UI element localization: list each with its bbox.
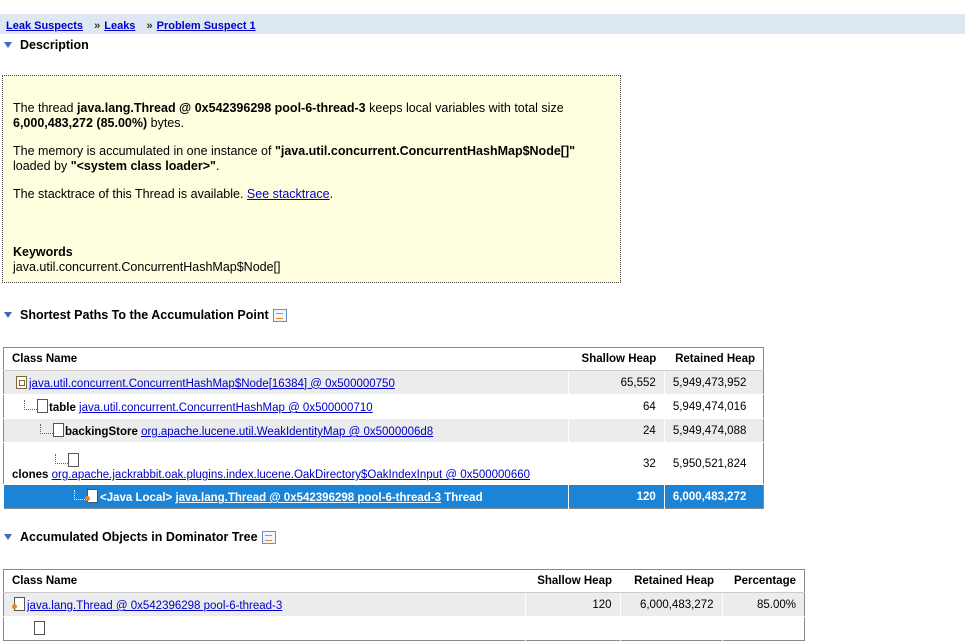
shallow-heap-cell: 65,552 xyxy=(568,370,665,395)
tree-connector xyxy=(55,454,68,464)
shortest-paths-heading: Shortest Paths To the Accumulation Point xyxy=(20,308,269,322)
table-row[interactable]: java.util.concurrent.ConcurrentHashMap$N… xyxy=(3,370,764,395)
see-stacktrace-link[interactable]: See stacktrace xyxy=(247,187,330,201)
thread-icon xyxy=(85,489,98,503)
table-icon[interactable] xyxy=(272,308,287,322)
breadcrumb-separator: » xyxy=(94,20,101,32)
class-name-cell: <Java Local> java.lang.Thread @ 0x542396… xyxy=(2,484,569,509)
class-name: "java.util.concurrent.ConcurrentHashMap$… xyxy=(274,144,576,158)
table-icon[interactable] xyxy=(261,530,276,544)
collapse-triangle-icon[interactable] xyxy=(4,312,12,318)
text: The memory is accumulated in one instanc… xyxy=(13,144,275,158)
breadcrumb-leaks[interactable]: Leaks xyxy=(104,20,135,32)
accumulated-objects-header[interactable]: Accumulated Objects in Dominator Tree xyxy=(4,530,276,544)
retained-heap-cell: 5,949,473,952 xyxy=(663,370,764,395)
description-box: The thread java.lang.Thread @ 0x54239629… xyxy=(2,75,621,283)
column-class-name[interactable]: Class Name xyxy=(3,569,525,593)
column-retained-heap[interactable]: Retained Heap xyxy=(664,347,764,371)
table-header-row: Class Name Shallow Heap Retained Heap xyxy=(3,347,764,371)
tree-connector xyxy=(24,400,37,410)
accumulated-heading: Accumulated Objects in Dominator Tree xyxy=(20,530,258,544)
accumulated-objects-table: Class Name Shallow Heap Retained Heap Pe… xyxy=(3,569,805,641)
breadcrumb: Leak Suspects » Leaks » Problem Suspect 1 xyxy=(0,14,965,34)
collapse-triangle-icon[interactable] xyxy=(4,42,12,48)
column-class-name[interactable]: Class Name xyxy=(3,347,569,371)
tree-branch xyxy=(12,453,560,469)
field-name: backingStore xyxy=(65,426,142,438)
shallow-heap-cell: 120 xyxy=(568,484,665,509)
column-percentage[interactable]: Percentage xyxy=(722,569,805,593)
description-line-2: The memory is accumulated in one instanc… xyxy=(13,144,613,174)
object-icon xyxy=(53,423,64,437)
shortest-paths-header[interactable]: Shortest Paths To the Accumulation Point xyxy=(4,308,287,322)
field-name: table xyxy=(49,402,80,414)
text: loaded by xyxy=(13,159,71,173)
class-name-cell: table java.util.concurrent.ConcurrentHas… xyxy=(3,394,569,419)
thread-name: java.lang.Thread @ 0x542396298 pool-6-th… xyxy=(76,101,366,115)
keywords-value: java.util.concurrent.ConcurrentHashMap$N… xyxy=(13,260,281,274)
text: . xyxy=(215,159,220,173)
column-shallow-heap[interactable]: Shallow Heap xyxy=(568,347,665,371)
shallow-heap-cell: 32 xyxy=(568,442,665,485)
collapse-triangle-icon[interactable] xyxy=(4,534,12,540)
table-header-row: Class Name Shallow Heap Retained Heap Pe… xyxy=(3,569,805,593)
thread-icon xyxy=(12,597,25,611)
object-link[interactable]: org.apache.jackrabbit.oak.plugins.index.… xyxy=(52,469,530,481)
shallow-heap-cell: 64 xyxy=(568,394,665,419)
description-line-3: The stacktrace of this Thread is availab… xyxy=(13,187,613,202)
table-row[interactable]: backingStore org.apache.lucene.util.Weak… xyxy=(3,418,764,443)
retained-heap-cell: 5,950,521,824 xyxy=(663,442,764,485)
retained-heap-cell: 5,949,474,088 xyxy=(663,418,764,443)
object-link[interactable]: java.lang.Thread @ 0x542396298 pool-6-th… xyxy=(27,600,282,612)
table-row[interactable]: clones org.apache.jackrabbit.oak.plugins… xyxy=(3,442,764,485)
shallow-heap-cell: 120 xyxy=(524,592,620,617)
percentage-cell: 85.00% xyxy=(721,592,805,617)
row-suffix: Thread xyxy=(441,492,483,504)
retained-heap-cell: 6,000,483,272 xyxy=(619,592,722,617)
object-link[interactable]: java.lang.Thread @ 0x542396298 pool-6-th… xyxy=(175,492,441,504)
text: keeps local variables with total size xyxy=(365,101,564,115)
array-icon xyxy=(16,375,27,389)
object-link[interactable]: java.util.concurrent.ConcurrentHashMap$N… xyxy=(29,378,395,390)
breadcrumb-items: Leak Suspects » Leaks » Problem Suspect 1 xyxy=(6,20,256,32)
object-icon xyxy=(34,621,45,635)
object-link[interactable]: java.util.concurrent.ConcurrentHashMap @… xyxy=(79,402,373,414)
table-row[interactable]: java.lang.Thread @ 0x542396298 pool-6-th… xyxy=(3,592,805,617)
total-size: 6,000,483,272 (85.00%) xyxy=(13,116,148,130)
column-retained-heap[interactable]: Retained Heap xyxy=(620,569,722,593)
object-icon xyxy=(37,399,48,413)
class-name-cell: java.util.concurrent.ConcurrentHashMap$N… xyxy=(3,370,569,395)
field-name: <Java Local> xyxy=(100,492,176,504)
field-name: clones xyxy=(12,469,52,481)
shallow-heap-cell: 24 xyxy=(568,418,665,443)
text: bytes. xyxy=(147,116,184,130)
retained-heap-cell: 6,000,483,272 xyxy=(663,484,764,509)
keywords-label: Keywords xyxy=(13,245,73,259)
class-loader: "<system class loader>" xyxy=(70,159,216,173)
description-line-1: The thread java.lang.Thread @ 0x54239629… xyxy=(13,101,613,131)
breadcrumb-separator: » xyxy=(146,20,153,32)
class-name-cell: backingStore org.apache.lucene.util.Weak… xyxy=(3,418,569,443)
breadcrumb-leak-suspects[interactable]: Leak Suspects xyxy=(6,20,83,32)
description-header[interactable]: Description xyxy=(4,38,89,52)
object-icon xyxy=(68,453,79,467)
shortest-paths-table: Class Name Shallow Heap Retained Heap ja… xyxy=(2,347,764,509)
table-row-selected[interactable]: <Java Local> java.lang.Thread @ 0x542396… xyxy=(2,484,764,509)
object-link[interactable]: org.apache.lucene.util.WeakIdentityMap @… xyxy=(141,426,433,438)
column-shallow-heap[interactable]: Shallow Heap xyxy=(525,569,620,593)
class-name-cell: clones org.apache.jackrabbit.oak.plugins… xyxy=(3,442,569,485)
retained-heap-cell: 5,949,474,016 xyxy=(663,394,764,419)
description-heading: Description xyxy=(20,38,89,52)
text: The thread xyxy=(13,101,77,115)
keywords: Keywords java.util.concurrent.Concurrent… xyxy=(13,245,613,275)
class-name-cell: java.lang.Thread @ 0x542396298 pool-6-th… xyxy=(3,592,525,617)
breadcrumb-problem-suspect[interactable]: Problem Suspect 1 xyxy=(157,20,256,32)
text: The stacktrace of this Thread is availab… xyxy=(13,187,247,201)
table-row[interactable]: table java.util.concurrent.ConcurrentHas… xyxy=(3,394,764,419)
tree-connector xyxy=(40,424,53,434)
text: . xyxy=(329,187,334,201)
